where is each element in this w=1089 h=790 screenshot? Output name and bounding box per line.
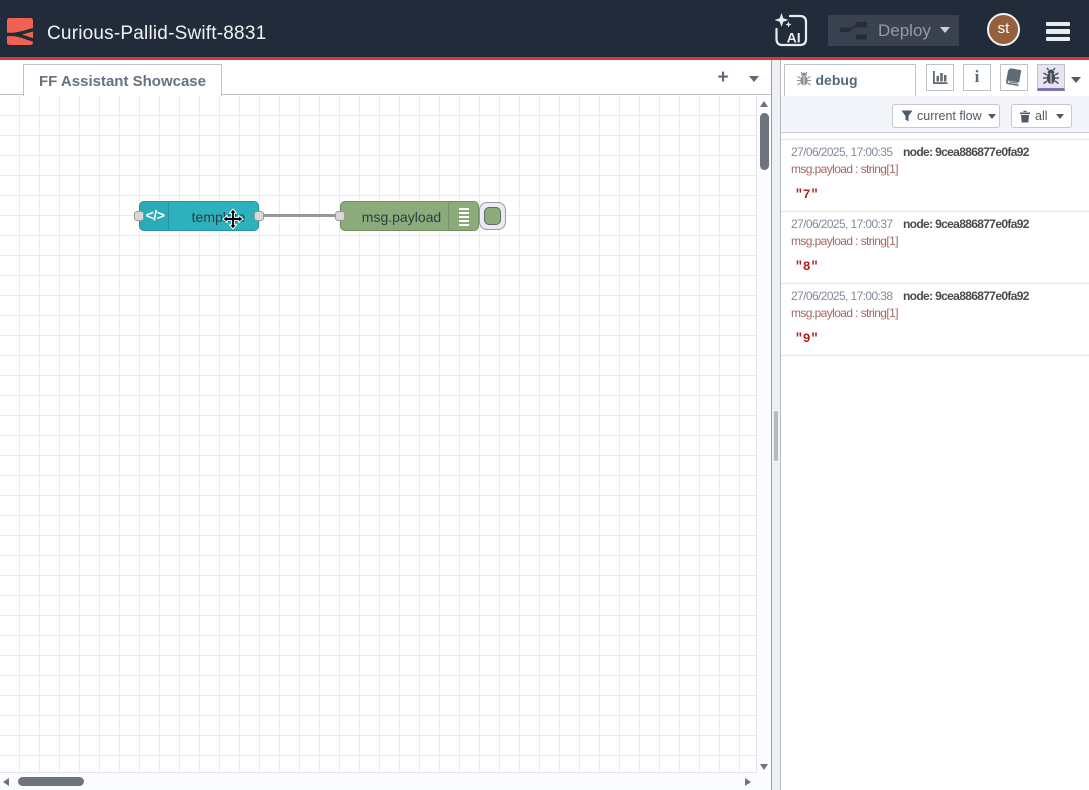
svg-text:AI: AI <box>787 30 801 46</box>
